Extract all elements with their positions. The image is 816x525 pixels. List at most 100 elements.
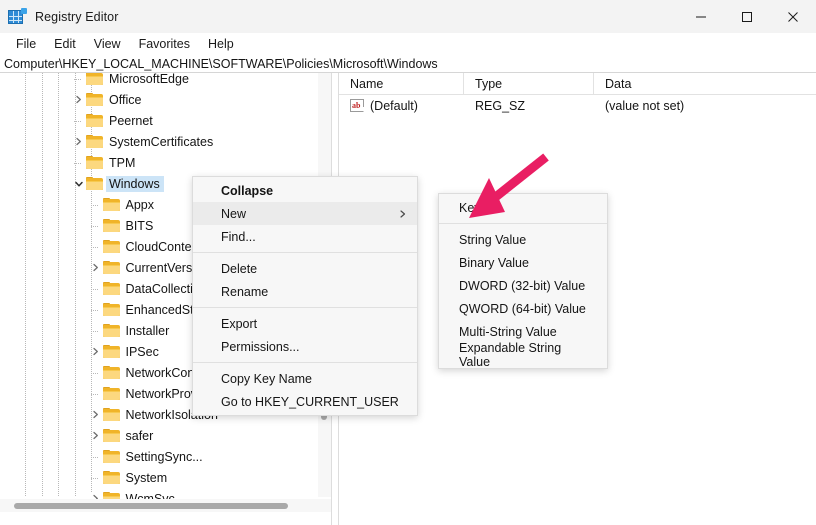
address-bar[interactable]: Computer\HKEY_LOCAL_MACHINE\SOFTWARE\Pol… — [0, 55, 816, 73]
column-header-type[interactable]: Type — [464, 73, 594, 95]
tree-horizontal-scroll-thumb[interactable] — [14, 503, 288, 509]
folder-icon — [103, 324, 120, 338]
tree-item-ipsec[interactable]: IPSec — [88, 341, 163, 362]
menu-item-label: Collapse — [221, 184, 273, 198]
menu-item-collapse[interactable]: Collapse — [193, 179, 417, 202]
menu-file[interactable]: File — [7, 35, 45, 53]
folder-icon — [103, 303, 120, 317]
menu-item-label: QWORD (64-bit) Value — [459, 302, 586, 316]
tree-indent-spacer — [71, 152, 86, 173]
folder-icon — [103, 282, 120, 296]
tree-item-label: TPM — [106, 155, 139, 171]
tree-indent-spacer — [88, 362, 103, 383]
tree-guide-line — [25, 73, 26, 497]
menu-item-copy-key-name[interactable]: Copy Key Name — [193, 367, 417, 390]
menu-item-label: Find... — [221, 230, 256, 244]
column-header-name[interactable]: Name — [339, 73, 464, 95]
menu-help[interactable]: Help — [199, 35, 243, 53]
tree-item-label: Windows — [106, 176, 164, 192]
tree-item-systemcertificates[interactable]: SystemCertificates — [71, 131, 217, 152]
tree-item-label: SystemCertificates — [106, 134, 217, 150]
menu-view[interactable]: View — [85, 35, 130, 53]
submenu-item-dword-32-bit-value[interactable]: DWORD (32-bit) Value — [439, 274, 607, 297]
chevron-right-icon[interactable] — [88, 257, 103, 278]
menu-item-label: Expandable String Value — [459, 341, 595, 369]
submenu-item-expandable-string-value[interactable]: Expandable String Value — [439, 343, 607, 366]
tree-item-label: IPSec — [123, 344, 163, 360]
tree-item-label: Peernet — [106, 113, 157, 129]
folder-icon — [86, 156, 103, 170]
chevron-right-icon[interactable] — [71, 89, 86, 110]
chevron-right-icon[interactable] — [71, 131, 86, 152]
tree-item-installer[interactable]: Installer — [88, 320, 174, 341]
tree-item-office[interactable]: Office — [71, 89, 145, 110]
menu-edit[interactable]: Edit — [45, 35, 85, 53]
folder-icon — [103, 198, 120, 212]
tree-item-label: safer — [123, 428, 158, 444]
tree-item-peernet[interactable]: Peernet — [71, 110, 157, 131]
tree-item-settingsync[interactable]: SettingSync... — [88, 446, 207, 467]
submenu-item-qword-64-bit-value[interactable]: QWORD (64-bit) Value — [439, 297, 607, 320]
value-type-cell: REG_SZ — [464, 99, 594, 113]
tree-indent-spacer — [88, 194, 103, 215]
folder-icon — [103, 450, 120, 464]
chevron-right-icon[interactable] — [88, 425, 103, 446]
folder-icon — [103, 240, 120, 254]
tree-item-bits[interactable]: BITS — [88, 215, 158, 236]
folder-icon — [103, 429, 120, 443]
value-data-cell: (value not set) — [594, 99, 816, 113]
folder-icon — [103, 261, 120, 275]
tree-item-appx[interactable]: Appx — [88, 194, 159, 215]
tree-item-label: System — [123, 470, 172, 486]
menu-item-label: New — [221, 207, 246, 221]
minimize-button[interactable] — [678, 0, 724, 33]
context-submenu-new[interactable]: Key String ValueBinary ValueDWORD (32-bit… — [438, 193, 608, 369]
menu-item-delete[interactable]: Delete — [193, 257, 417, 280]
tree-item-windows[interactable]: Windows — [71, 173, 164, 194]
list-column-headers: Name Type Data — [339, 73, 816, 95]
menu-item-export[interactable]: Export — [193, 312, 417, 335]
tree-indent-spacer — [88, 446, 103, 467]
tree-item-label: Installer — [123, 323, 174, 339]
menu-bar: File Edit View Favorites Help — [0, 33, 816, 55]
tree-item-cloudcontent[interactable]: CloudContent — [88, 236, 206, 257]
folder-icon — [86, 114, 103, 128]
menu-item-new[interactable]: New — [193, 202, 417, 225]
menu-item-rename[interactable]: Rename — [193, 280, 417, 303]
folder-icon — [86, 135, 103, 149]
chevron-down-icon[interactable] — [71, 173, 86, 194]
table-row[interactable]: ab (Default) REG_SZ (value not set) — [339, 95, 816, 116]
tree-item-label: Office — [106, 92, 145, 108]
menu-favorites[interactable]: Favorites — [130, 35, 199, 53]
column-header-data[interactable]: Data — [594, 73, 816, 95]
menu-item-find[interactable]: Find... — [193, 225, 417, 248]
registry-grid-icon — [8, 8, 25, 25]
registry-editor-window: Registry Editor File Edit View Favorites… — [0, 0, 816, 525]
submenu-chevron-right-icon — [399, 202, 407, 225]
menu-item-go-to-hkey-current-user[interactable]: Go to HKEY_CURRENT_USER — [193, 390, 417, 413]
menu-separator — [193, 307, 417, 308]
submenu-item-key[interactable]: Key — [439, 196, 607, 219]
close-button[interactable] — [770, 0, 816, 33]
submenu-item-string-value[interactable]: String Value — [439, 228, 607, 251]
chevron-right-icon[interactable] — [88, 404, 103, 425]
tree-item-label: SettingSync... — [123, 449, 207, 465]
folder-icon — [86, 73, 103, 86]
tree-item-tpm[interactable]: TPM — [71, 152, 139, 173]
menu-item-label: Delete — [221, 262, 257, 276]
tree-horizontal-scrollbar[interactable] — [0, 499, 331, 512]
tree-item-microsoftedge[interactable]: MicrosoftEdge — [71, 73, 193, 89]
tree-item-safer[interactable]: safer — [88, 425, 158, 446]
window-title: Registry Editor — [35, 10, 118, 24]
menu-item-permissions[interactable]: Permissions... — [193, 335, 417, 358]
tree-item-system[interactable]: System — [88, 467, 172, 488]
tree-indent-spacer — [88, 215, 103, 236]
folder-icon — [86, 177, 103, 191]
chevron-right-icon[interactable] — [88, 341, 103, 362]
submenu-item-binary-value[interactable]: Binary Value — [439, 251, 607, 274]
tree-item-label: Appx — [123, 197, 159, 213]
folder-icon — [103, 366, 120, 380]
value-name-text: (Default) — [370, 99, 418, 113]
context-menu[interactable]: Collapse New Find... Delete Rename ExportPerm… — [192, 176, 418, 416]
maximize-button[interactable] — [724, 0, 770, 33]
